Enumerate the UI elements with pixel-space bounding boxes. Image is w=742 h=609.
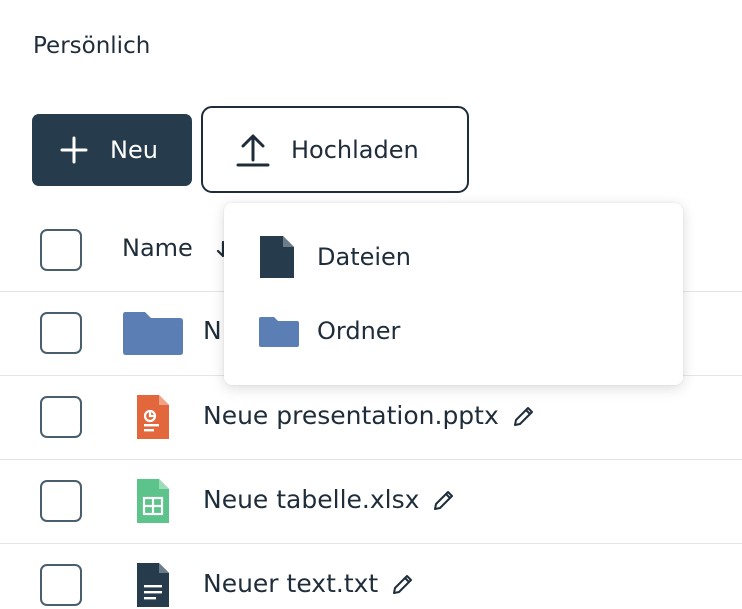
- file-name-text: Neue presentation.pptx: [203, 401, 499, 430]
- upload-icon: [236, 134, 270, 166]
- menu-item-label: Ordner: [317, 317, 401, 345]
- file-name[interactable]: Neuer text.txt: [203, 569, 416, 598]
- divider: [0, 543, 742, 544]
- row-checkbox[interactable]: [40, 480, 82, 522]
- file-icon: [260, 236, 294, 278]
- new-button[interactable]: Neu: [32, 114, 192, 186]
- breadcrumb[interactable]: Persönlich: [33, 33, 150, 59]
- folder-icon: [259, 317, 299, 347]
- new-button-label: Neu: [110, 136, 158, 164]
- text-file-icon[interactable]: [135, 561, 171, 609]
- file-name-text: Neue tabelle.xlsx: [203, 485, 420, 514]
- file-name[interactable]: Neue presentation.pptx: [203, 401, 537, 430]
- name-column-header[interactable]: Name: [122, 234, 193, 262]
- select-all-checkbox[interactable]: [40, 229, 82, 271]
- folder-icon[interactable]: [121, 308, 185, 356]
- upload-button[interactable]: Hochladen: [201, 106, 469, 193]
- row-checkbox[interactable]: [40, 312, 82, 354]
- upload-button-label: Hochladen: [291, 135, 419, 164]
- file-name[interactable]: Neue tabelle.xlsx: [203, 485, 457, 514]
- row-checkbox[interactable]: [40, 396, 82, 438]
- divider: [0, 459, 742, 460]
- edit-pencil-icon[interactable]: [511, 403, 537, 429]
- row-checkbox[interactable]: [40, 564, 82, 606]
- file-name-text: Neuer text.txt: [203, 569, 379, 598]
- edit-pencil-icon[interactable]: [431, 487, 457, 513]
- plus-icon: [60, 136, 88, 164]
- menu-item-label: Dateien: [317, 243, 412, 271]
- edit-pencil-icon[interactable]: [390, 571, 416, 597]
- file-name[interactable]: N: [203, 316, 222, 345]
- presentation-file-icon[interactable]: [135, 393, 171, 441]
- menu-item-files[interactable]: Dateien: [224, 227, 683, 287]
- upload-dropdown-menu: Dateien Ordner: [224, 203, 683, 385]
- menu-item-folder[interactable]: Ordner: [224, 301, 683, 361]
- file-name-text: N: [203, 316, 222, 345]
- spreadsheet-file-icon[interactable]: [135, 477, 171, 525]
